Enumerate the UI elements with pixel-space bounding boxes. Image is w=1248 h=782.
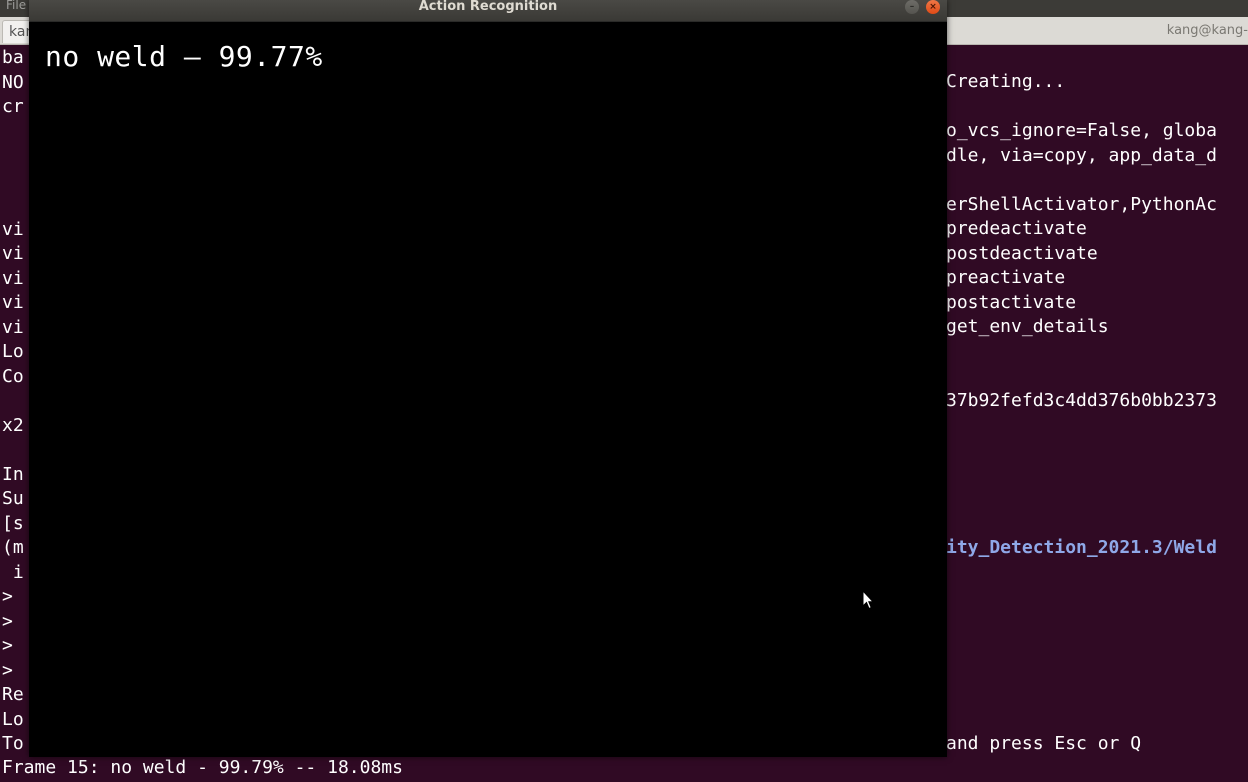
terminal-line: postdeactivate — [946, 242, 1098, 264]
terminal-line: [s — [2, 512, 24, 534]
terminal-line: ity_Detection_2021.3/Weld — [946, 536, 1217, 558]
terminal-line: x2 — [2, 414, 24, 436]
window-title: Action Recognition — [418, 0, 558, 14]
terminal-line: Su — [2, 488, 24, 509]
terminal-line: 37b92fefd3c4dd376b0bb2373 — [946, 389, 1217, 411]
terminal-line: ba — [2, 47, 24, 68]
terminal-line: erShellActivator,PythonAc — [946, 193, 1217, 215]
action-recognition-window[interactable]: Action Recognition – × no weld — 99.77% — [29, 0, 947, 757]
terminal-line: get_env_details — [946, 316, 1109, 337]
terminal-line: Lo — [2, 708, 24, 730]
terminal-line: o_vcs_ignore=False, globa — [946, 120, 1217, 141]
terminal-line: > — [2, 635, 13, 656]
terminal-line: postactivate — [946, 291, 1077, 313]
menu-file[interactable]: File — [6, 0, 26, 12]
terminal-line: In — [2, 463, 24, 485]
close-icon[interactable]: × — [926, 0, 940, 14]
terminal-line: Lo — [2, 341, 24, 362]
terminal-frame-status-line: Frame 15: no weld - 99.79% -- 18.08ms — [2, 757, 403, 778]
terminal-line: predeactivate — [946, 218, 1087, 239]
terminal-line: vi — [2, 243, 24, 264]
minimize-icon[interactable]: – — [905, 0, 919, 14]
terminal-line: dle, via=copy, app_data_d — [946, 144, 1217, 166]
terminal-line: > — [2, 610, 13, 632]
terminal-line: preactivate — [946, 267, 1066, 288]
terminal-line: > — [2, 586, 13, 607]
terminal-line: > — [2, 659, 13, 681]
terminal-line: i — [2, 561, 24, 583]
prediction-overlay-label: no weld — 99.77% — [45, 40, 323, 73]
terminal-line: cr — [2, 96, 24, 117]
terminal-line: vi — [2, 292, 24, 313]
terminal-line: vi — [2, 316, 24, 338]
terminal-output-left[interactable]: ba NO cr vi vi vi vi vi Lo Co x2 In Su [s (m i > > > > R… — [2, 46, 30, 758]
terminal-line: Creating... — [946, 71, 1066, 92]
terminal-tab-right[interactable]: kang@kang- — [948, 20, 1248, 42]
terminal-line: To — [2, 733, 24, 754]
terminal-line: (m — [2, 537, 24, 558]
terminal-line: vi — [2, 267, 24, 289]
terminal-line: NO — [2, 71, 24, 93]
window-titlebar[interactable]: Action Recognition – × — [29, 0, 947, 22]
terminal-line: Re — [2, 684, 24, 705]
terminal-line: Co — [2, 365, 24, 387]
terminal-tab-right-label: kang@kang- — [1166, 23, 1248, 38]
video-frame-canvas: no weld — 99.77% — [29, 22, 947, 757]
terminal-line: vi — [2, 218, 24, 240]
terminal-output-right[interactable]: Creating... o_vcs_ignore=False, globa dle… — [946, 70, 1248, 760]
terminal-line: and press Esc or Q — [946, 732, 1142, 754]
desktop: File kang@kang kang@kang- baNOcr viviviv… — [0, 0, 1248, 782]
mouse-pointer-icon — [862, 590, 874, 610]
